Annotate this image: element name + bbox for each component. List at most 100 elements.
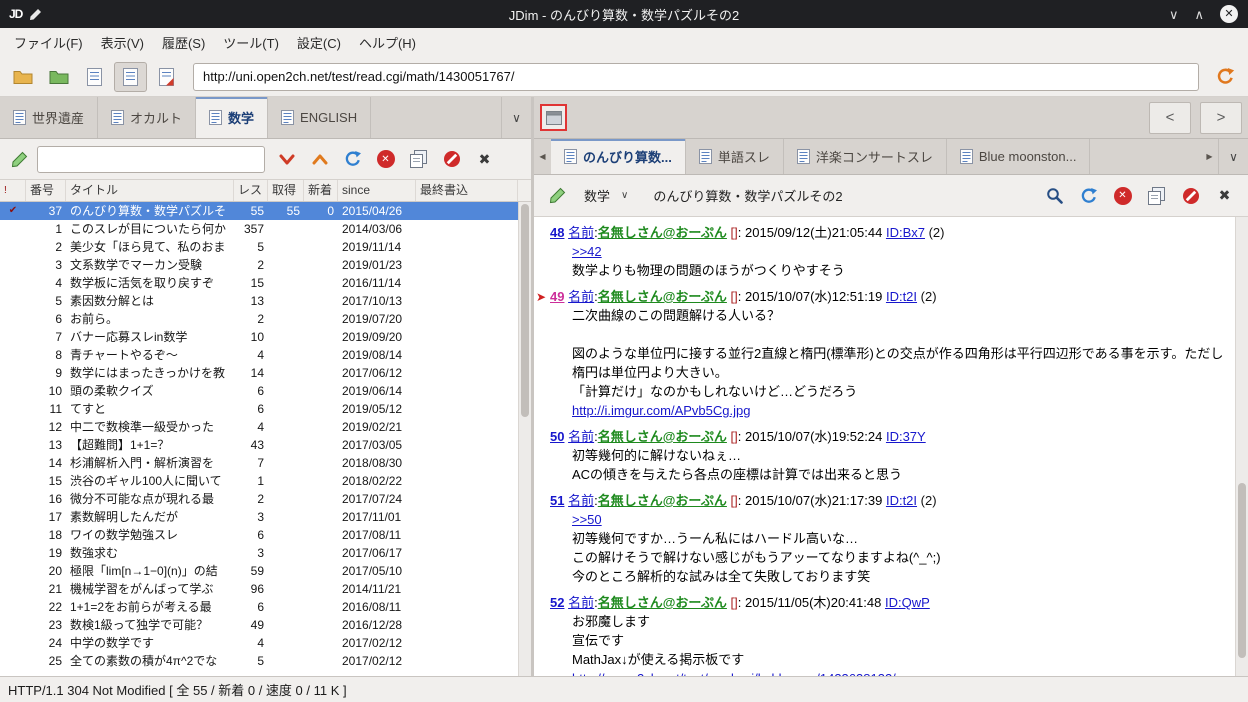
board-tab[interactable]: 世界遺産 (0, 97, 99, 138)
board-filter-input[interactable] (37, 145, 265, 173)
post-id-link[interactable]: ID:37Y (886, 429, 926, 444)
table-row[interactable]: 6 お前ら。 2 2019/07/20 (0, 310, 518, 328)
maximize-button[interactable]: ∧ (1194, 8, 1204, 21)
table-row[interactable]: 18 ワイの数学勉強スレ 6 2017/08/11 (0, 526, 518, 544)
search-next-button[interactable] (271, 144, 302, 174)
thread-tab[interactable]: のんびり算数... (551, 139, 686, 174)
url-open-button[interactable] (1209, 62, 1242, 92)
table-row[interactable]: 20 極限「lim[n→1−0](n)」の結 59 2017/05/10 (0, 562, 518, 580)
post-id-link[interactable]: ID:QwP (885, 595, 930, 610)
search-in-thread-button[interactable] (1039, 181, 1070, 211)
copy-button[interactable] (403, 144, 434, 174)
image-view-tab[interactable] (540, 104, 567, 131)
table-row[interactable]: 2 美少女「ほら見て、私のおま 5 2019/11/14 (0, 238, 518, 256)
post-body-link[interactable]: >>50 (572, 512, 602, 527)
board-scrollbar[interactable] (518, 202, 531, 676)
post-name-label-link[interactable]: 名前 (568, 289, 594, 304)
board-tab[interactable]: ENGLISH (268, 97, 372, 138)
thread-list-button[interactable] (78, 62, 111, 92)
tab-scroll-left-button[interactable]: ◀ (534, 139, 551, 174)
column-header-num[interactable]: 番号 (26, 180, 66, 201)
table-row[interactable]: ✔ 37 のんびり算数・数学パズルそ 55 55 0 2015/04/26 (0, 202, 518, 220)
image-view-button[interactable] (150, 62, 183, 92)
board-tab[interactable]: 数学 (196, 97, 269, 138)
post-number-link[interactable]: 49 (550, 289, 564, 304)
column-header-got[interactable]: 取得 (268, 180, 304, 201)
board-list-button[interactable] (6, 62, 39, 92)
minimize-button[interactable]: ∨ (1169, 8, 1179, 21)
post-body-link[interactable]: http://i.imgur.com/APvb5Cg.jpg (572, 403, 750, 418)
close-view-button[interactable]: ✖ (469, 144, 500, 174)
reload-thread-button[interactable] (1073, 181, 1104, 211)
post-name-label-link[interactable]: 名前 (568, 225, 594, 240)
thread-scrollbar[interactable] (1235, 217, 1248, 676)
post-number-link[interactable]: 48 (550, 225, 564, 240)
url-input[interactable] (193, 62, 1199, 91)
scrollbar-thumb[interactable] (1238, 483, 1246, 658)
table-row[interactable]: 11 てすと 6 2019/05/12 (0, 400, 518, 418)
board-select[interactable]: 数学 ∨ (576, 182, 636, 209)
table-row[interactable]: 14 杉浦解析入門・解析演習を 7 2018/08/30 (0, 454, 518, 472)
stop-button[interactable]: ✕ (1107, 181, 1138, 211)
post-id-link[interactable]: ID:Bx7 (886, 225, 925, 240)
table-row[interactable]: 12 中二で数検準一級受かった 4 2019/02/21 (0, 418, 518, 436)
menu-item[interactable]: ヘルプ(H) (350, 28, 425, 57)
table-row[interactable]: 15 渋谷のギャル100人に聞いて 1 2018/02/22 (0, 472, 518, 490)
post-number-link[interactable]: 52 (550, 595, 564, 610)
thread-tab[interactable]: 洋楽コンサートスレ (784, 139, 947, 174)
post-name-label-link[interactable]: 名前 (568, 493, 594, 508)
close-view-button[interactable]: ✖ (1209, 181, 1240, 211)
table-row[interactable]: 22 1+1=2をお前らが考える最 6 2016/08/11 (0, 598, 518, 616)
close-button[interactable]: ✕ (1220, 5, 1238, 23)
table-row[interactable]: 5 素因数分解とは 13 2017/10/13 (0, 292, 518, 310)
copy-button[interactable] (1141, 181, 1172, 211)
table-row[interactable]: 21 機械学習をがんばって学ぶ 96 2014/11/21 (0, 580, 518, 598)
board-tab-dropdown-button[interactable]: ∨ (501, 97, 531, 138)
post-number-link[interactable]: 50 (550, 429, 564, 444)
table-row[interactable]: 9 数学にはまったきっかけを教 14 2017/06/12 (0, 364, 518, 382)
stop-button[interactable]: ✕ (370, 144, 401, 174)
menu-item[interactable]: 設定(C) (288, 28, 350, 57)
reload-board-button[interactable] (337, 144, 368, 174)
thread-view-button[interactable] (114, 61, 147, 92)
search-prev-button[interactable] (304, 144, 335, 174)
next-view-button[interactable]: > (1200, 101, 1242, 134)
thread-tab[interactable]: 単語スレ (686, 139, 784, 174)
menu-item[interactable]: ファイル(F) (5, 28, 92, 57)
menu-item[interactable]: 表示(V) (92, 28, 153, 57)
column-header-title[interactable]: タイトル (66, 180, 234, 201)
table-row[interactable]: 13 【超難問】1+1=？ 43 2017/03/05 (0, 436, 518, 454)
menu-item[interactable]: ツール(T) (214, 28, 288, 57)
tab-scroll-right-button[interactable]: ▶ (1201, 139, 1218, 174)
column-header-since[interactable]: since (338, 180, 416, 201)
post-number-link[interactable]: 51 (550, 493, 564, 508)
menu-item[interactable]: 履歴(S) (153, 28, 214, 57)
table-row[interactable]: 1 このスレが目についたら何か 357 2014/03/06 (0, 220, 518, 238)
post-body-link[interactable]: http://super2ch.net/test/read.cgi/kqbbzo… (572, 671, 896, 676)
post-id-link[interactable]: ID:t2I (886, 289, 917, 304)
post-name-label-link[interactable]: 名前 (568, 429, 594, 444)
column-header-new[interactable]: 新着 (304, 180, 338, 201)
table-row[interactable]: 10 頭の柔軟クイズ 6 2019/06/14 (0, 382, 518, 400)
thread-tab[interactable]: Blue moonston... (947, 139, 1091, 174)
post-id-link[interactable]: ID:t2I (886, 493, 917, 508)
table-row[interactable]: 3 文系数学でマーカン受験 2 2019/01/23 (0, 256, 518, 274)
table-row[interactable]: 24 中学の数学です 4 2017/02/12 (0, 634, 518, 652)
table-row[interactable]: 4 数学板に活気を取り戻すぞ 15 2016/11/14 (0, 274, 518, 292)
table-row[interactable]: 23 数検1級って独学で可能？ 49 2016/12/28 (0, 616, 518, 634)
thread-tab-dropdown-button[interactable]: ∨ (1218, 139, 1248, 174)
write-post-button[interactable] (542, 181, 573, 211)
table-row[interactable]: 16 微分不可能な点が現れる最 2 2017/07/24 (0, 490, 518, 508)
scrollbar-thumb[interactable] (521, 204, 529, 418)
column-header-last[interactable]: 最終書込 (416, 180, 518, 201)
table-row[interactable]: 7 バナー応募スレin数学 10 2019/09/20 (0, 328, 518, 346)
post-body-link[interactable]: >>42 (572, 244, 602, 259)
table-row[interactable]: 19 数強求む 3 2017/06/17 (0, 544, 518, 562)
table-row[interactable]: 25 全ての素数の積が4π^2でな 5 2017/02/12 (0, 652, 518, 670)
abone-button[interactable] (1175, 181, 1206, 211)
favorites-button[interactable] (42, 62, 75, 92)
column-header-res[interactable]: レス (234, 180, 268, 201)
abone-button[interactable] (436, 144, 467, 174)
board-tab[interactable]: オカルト (98, 97, 197, 138)
post-name-label-link[interactable]: 名前 (568, 595, 594, 610)
